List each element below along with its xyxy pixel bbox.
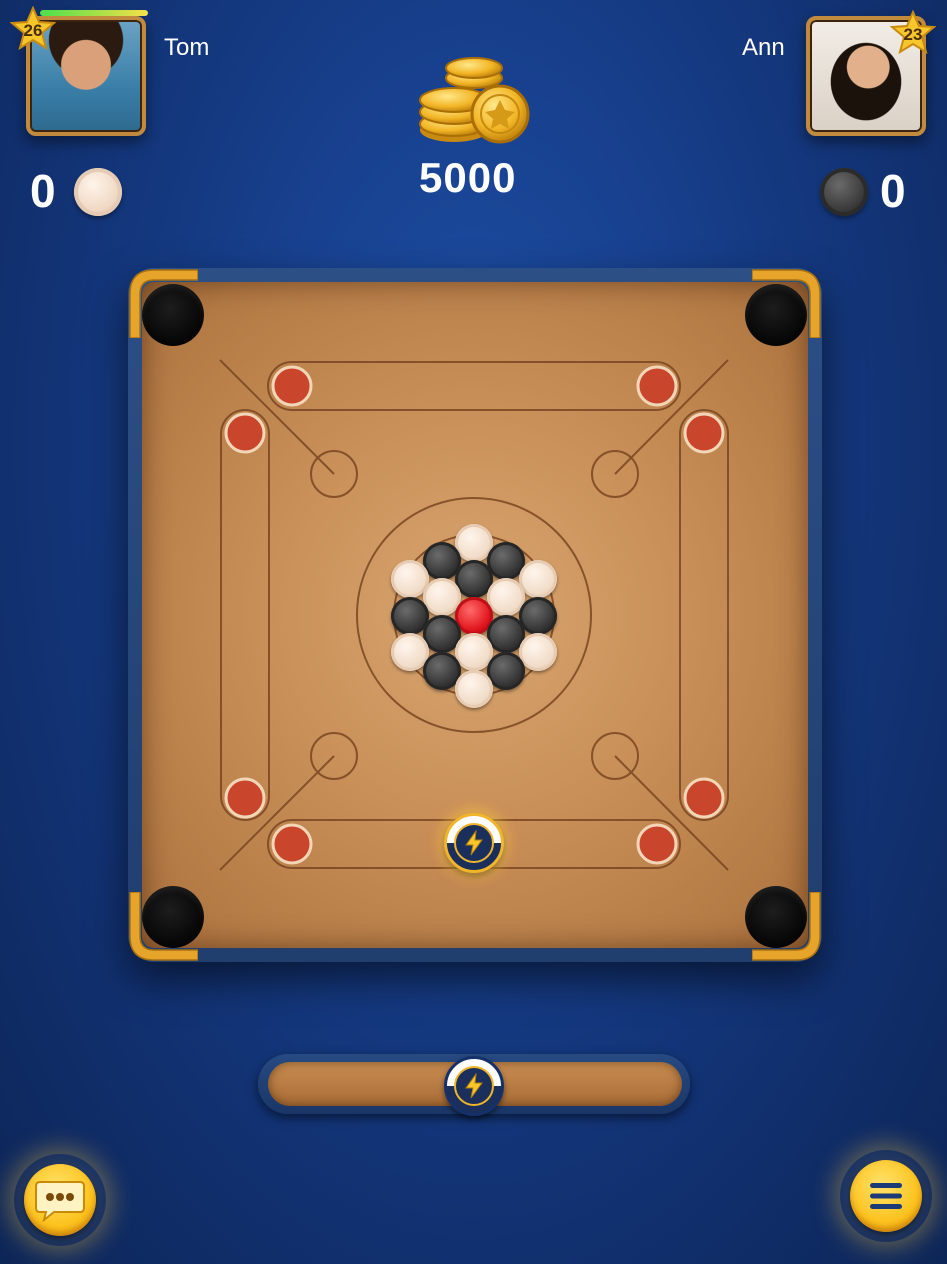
player-right-coin-icon xyxy=(820,168,868,216)
pot-amount: 5000 xyxy=(419,154,517,201)
player-right: 23 Ann 0 xyxy=(700,0,947,230)
white-coin xyxy=(455,670,493,708)
pocket-bottom-left xyxy=(142,886,204,948)
pocket-bottom-right xyxy=(745,886,807,948)
player-left-level: 26 xyxy=(23,21,43,40)
black-coin xyxy=(487,652,525,690)
pot: 5000 xyxy=(400,40,548,210)
white-coin xyxy=(519,560,557,598)
player-right-level-badge: 23 xyxy=(890,10,936,56)
pocket-top-left xyxy=(142,284,204,346)
coin-stack-icon xyxy=(419,57,530,144)
chat-button[interactable] xyxy=(14,1154,106,1246)
chat-bubble-icon xyxy=(35,1181,85,1222)
menu-button-face xyxy=(850,1160,922,1232)
black-coin xyxy=(519,597,557,635)
striker[interactable] xyxy=(444,813,504,873)
pocket-top-right xyxy=(745,284,807,346)
white-coin xyxy=(519,633,557,671)
slider-handle-core xyxy=(454,1066,494,1106)
player-left-score: 0 xyxy=(30,165,56,217)
striker-slider-handle[interactable] xyxy=(444,1056,504,1116)
player-right-score: 0 xyxy=(880,165,906,217)
player-right-name: Ann xyxy=(742,34,785,61)
menu-button[interactable] xyxy=(840,1150,932,1242)
lightning-icon xyxy=(465,830,483,856)
player-left-coin-icon xyxy=(74,168,122,216)
level-progress-bar xyxy=(40,10,148,16)
chat-button-face xyxy=(24,1164,96,1236)
striker-core xyxy=(454,823,494,863)
player-right-level: 23 xyxy=(903,25,923,44)
hamburger-menu-icon xyxy=(870,1183,902,1209)
lightning-icon xyxy=(465,1073,483,1099)
player-left-name: Tom xyxy=(164,34,210,61)
player-left: 26 Tom 0 xyxy=(0,0,260,230)
